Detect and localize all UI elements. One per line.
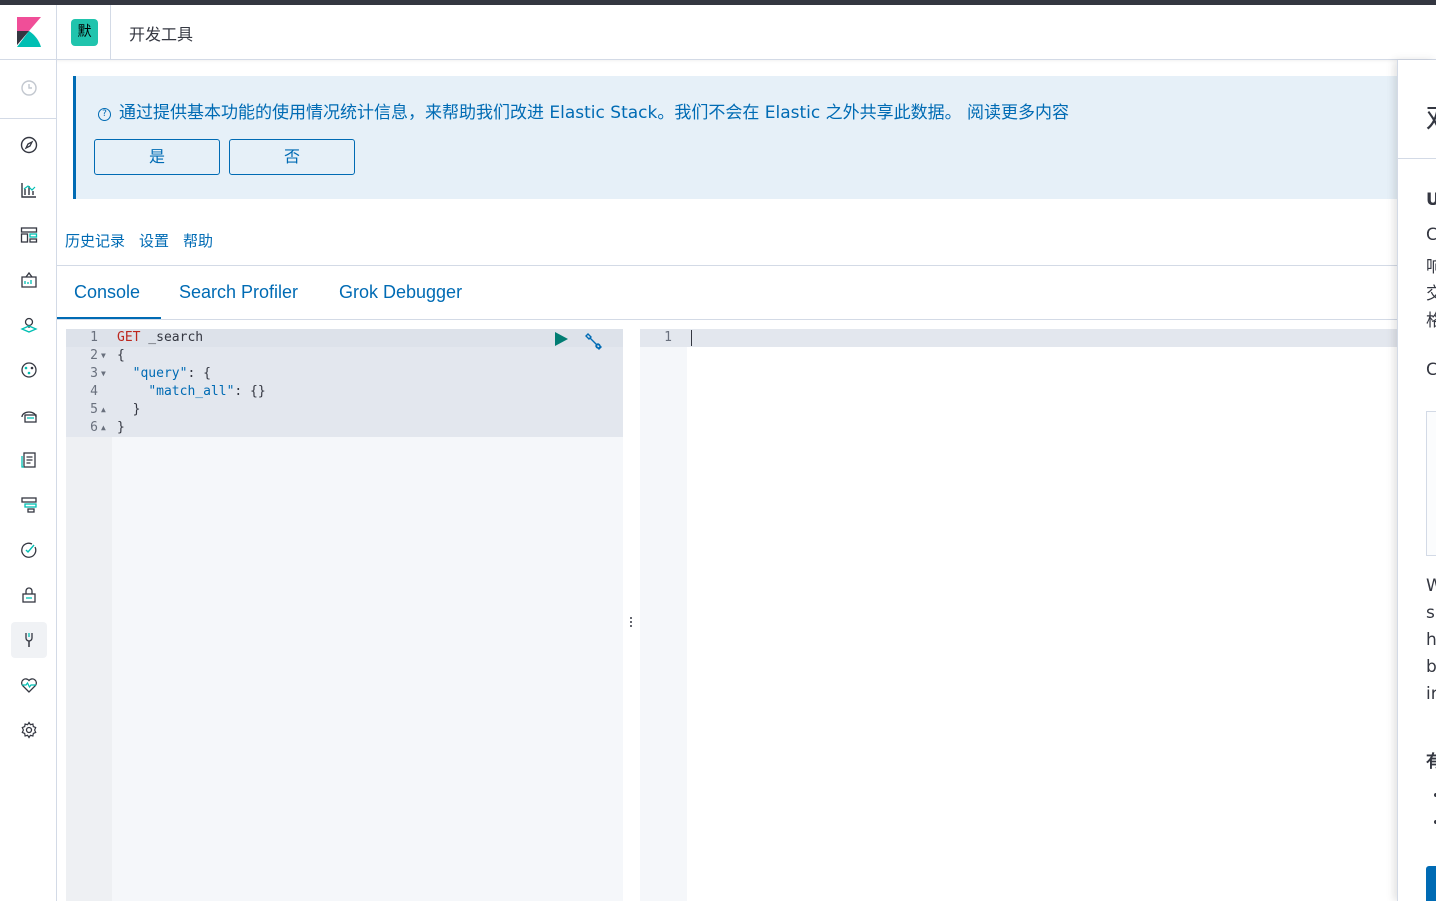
monitoring-icon[interactable] [11, 667, 47, 703]
line-number: 6 [90, 420, 98, 435]
flyout-text: 交 [1426, 279, 1436, 304]
play-icon[interactable] [553, 331, 569, 347]
fold-toggle-icon[interactable]: ▲ [101, 401, 106, 419]
output-gutter [640, 329, 687, 901]
wrench-icon[interactable] [583, 331, 603, 351]
help-icon: ? [98, 108, 111, 121]
line-code: "match_all": {} [148, 384, 266, 399]
tab-grok-debugger[interactable]: Grok Debugger [339, 282, 462, 303]
flyout-heading: U [1426, 190, 1436, 210]
flyout-title: 欢 [1426, 94, 1436, 138]
code-line: 2 ▼ { [66, 347, 623, 365]
flyout-text: 响 [1426, 252, 1436, 277]
flyout-text: s [1426, 603, 1435, 623]
line-code: { [117, 348, 125, 363]
text-cursor [691, 330, 692, 346]
header-divider [56, 5, 57, 60]
code-line: 1 GET _search [66, 329, 623, 347]
output-active-line [640, 329, 1397, 347]
flyout-text: b [1426, 657, 1436, 677]
line-code: } [117, 420, 125, 435]
compass-icon[interactable] [11, 127, 47, 163]
ml-icon[interactable] [11, 352, 47, 388]
kibana-logo[interactable] [14, 15, 44, 49]
header-divider [110, 5, 111, 60]
response-output[interactable]: 1 [640, 329, 1397, 901]
callout-text: 通过提供基本功能的使用情况统计信息，来帮助我们改进 Elastic Stack。… [119, 103, 1070, 123]
code-line: 3 ▼ "query": { [66, 365, 623, 383]
flyout-text: ir [1426, 684, 1436, 704]
nav-divider [0, 118, 56, 119]
console-editor[interactable]: 1 GET _search 2 ▼ { 3 ▼ "query": { 4 "ma… [66, 329, 623, 901]
fold-toggle-icon[interactable]: ▲ [101, 419, 106, 437]
flyout-text: C [1426, 360, 1436, 380]
clock-icon[interactable] [11, 70, 47, 106]
fold-toggle-icon[interactable]: ▼ [101, 347, 106, 365]
line-code: "query": { [132, 366, 211, 381]
line-code: GET _search [117, 329, 203, 347]
gear-icon[interactable] [11, 712, 47, 748]
telemetry-callout: ? 通过提供基本功能的使用情况统计信息，来帮助我们改进 Elastic Stack… [73, 76, 1397, 199]
flyout-heading: 有 [1426, 747, 1436, 772]
panel-resizer[interactable] [629, 617, 633, 631]
flyout-primary-button[interactable] [1426, 866, 1436, 901]
flyout-text: C [1426, 225, 1436, 245]
divider [57, 265, 1397, 266]
maps-icon[interactable] [11, 307, 47, 343]
apm-icon[interactable] [11, 487, 47, 523]
infrastructure-icon[interactable] [11, 397, 47, 433]
siem-icon[interactable] [11, 577, 47, 613]
tab-search-profiler[interactable]: Search Profiler [179, 282, 298, 303]
flyout-divider [1398, 158, 1436, 159]
uptime-icon[interactable] [11, 532, 47, 568]
line-number: 4 [90, 384, 98, 399]
side-nav [0, 60, 57, 901]
flyout-code-sample [1426, 411, 1436, 556]
code-line: 5 ▲ } [66, 401, 623, 419]
flyout-text: W [1426, 576, 1436, 596]
line-number: 1 [664, 330, 672, 345]
no-button[interactable]: 否 [229, 139, 355, 175]
http-method: GET [117, 330, 141, 345]
devtools-menu: 历史记录 设置 帮助 [65, 230, 227, 251]
visualize-icon[interactable] [11, 172, 47, 208]
line-number: 2 [90, 348, 98, 363]
dashboard-icon[interactable] [11, 217, 47, 253]
canvas-icon[interactable] [11, 262, 47, 298]
history-link[interactable]: 历史记录 [65, 232, 125, 250]
line-number: 3 [90, 366, 98, 381]
devtools-icon[interactable] [11, 622, 47, 658]
code-line: 6 ▲ } [66, 419, 623, 437]
help-link[interactable]: 帮助 [183, 232, 213, 250]
fold-toggle-icon[interactable]: ▼ [101, 365, 106, 383]
code-line: 4 "match_all": {} [66, 383, 623, 401]
app-title: 开发工具 [129, 25, 194, 44]
space-avatar[interactable]: 默 [71, 19, 98, 46]
logs-icon[interactable] [11, 442, 47, 478]
settings-link[interactable]: 设置 [139, 232, 169, 250]
callout-message: ? 通过提供基本功能的使用情况统计信息，来帮助我们改进 Elastic Stack… [98, 98, 1069, 123]
yes-button[interactable]: 是 [94, 139, 220, 175]
app-header: 默 开发工具 [0, 5, 1436, 60]
line-number: 1 [90, 330, 98, 345]
divider [57, 319, 1397, 320]
flyout-text: 格 [1426, 306, 1436, 331]
tab-console[interactable]: Console [74, 282, 140, 303]
help-flyout: 欢 U C 响 交 格 C W s h b ir 有 [1397, 60, 1436, 901]
line-code: } [117, 402, 141, 417]
request-path: _search [140, 330, 204, 345]
flyout-text: h [1426, 630, 1436, 650]
line-number: 5 [90, 402, 98, 417]
